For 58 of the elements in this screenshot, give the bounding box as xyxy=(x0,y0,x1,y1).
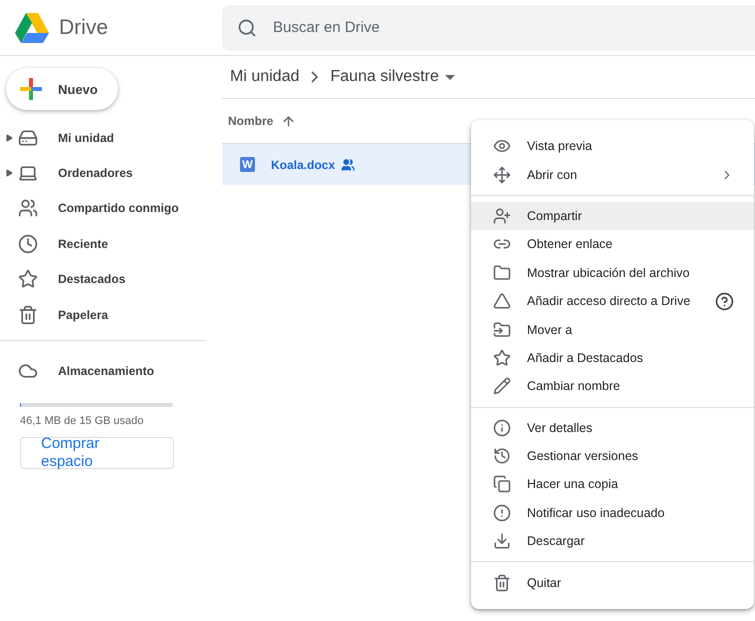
pencil-icon xyxy=(493,377,511,396)
menu-item[interactable]: Hacer una copia xyxy=(471,470,754,499)
sidebar-item[interactable]: Compartido conmigo xyxy=(58,201,179,216)
menu-item[interactable]: Compartir xyxy=(471,202,754,230)
people-icon xyxy=(18,198,38,218)
sidebar-item[interactable]: Ordenadores xyxy=(58,166,133,180)
dropdown-caret-icon xyxy=(444,74,455,80)
menu-item[interactable]: Vista previa xyxy=(471,132,754,160)
menu-item[interactable]: Obtener enlace xyxy=(471,230,754,259)
expand-caret-icon[interactable] xyxy=(5,169,13,178)
info-icon xyxy=(493,418,511,437)
breadcrumb-item[interactable]: Mi unidad xyxy=(230,68,300,86)
clock-icon xyxy=(18,234,38,254)
history-icon xyxy=(493,447,511,466)
chevron-icon xyxy=(311,71,318,83)
document-icon: W xyxy=(240,157,255,172)
breadcrumb-item[interactable]: Fauna silvestre xyxy=(330,68,455,86)
menu-item[interactable]: Añadir acceso directo a Drive xyxy=(471,286,754,316)
folder-icon xyxy=(493,264,511,282)
sidebar-item[interactable]: Destacados xyxy=(58,272,126,286)
menu-item[interactable]: Añadir a Destacados xyxy=(471,344,754,372)
shared-icon xyxy=(341,158,356,172)
folder-arrow-icon xyxy=(493,320,511,339)
sidebar-item[interactable]: Papelera xyxy=(58,308,108,322)
storage-label[interactable]: Almacenamiento xyxy=(58,364,154,378)
menu-item[interactable]: Mostrar ubicación del archivo xyxy=(471,258,754,287)
menu-item[interactable]: Mover a xyxy=(471,315,754,344)
column-header[interactable]: Nombre xyxy=(228,114,274,128)
menu-item[interactable]: Quitar xyxy=(471,568,754,597)
menu-item[interactable]: Ver detalles xyxy=(471,414,754,442)
menu-item[interactable]: Abrir con xyxy=(471,160,754,189)
storage-usage: 46,1 MB de 15 GB usado xyxy=(20,414,145,427)
copy-icon xyxy=(493,475,511,494)
new-button[interactable]: Nuevo xyxy=(6,68,118,110)
drive-icon xyxy=(18,128,38,148)
triangle-icon xyxy=(493,292,511,310)
app-name: Drive xyxy=(59,16,108,40)
search-icon xyxy=(237,18,257,38)
menu-item[interactable]: Cambiar nombre xyxy=(471,372,754,401)
move-icon xyxy=(493,166,511,184)
plus-icon xyxy=(20,78,42,100)
add-person-icon xyxy=(493,206,511,225)
buy-storage-button[interactable]: Comprar espacio xyxy=(20,436,174,469)
download-icon xyxy=(493,532,511,550)
menu-item[interactable]: Notificar uso inadecuado xyxy=(471,498,754,528)
menu-item[interactable]: Descargar xyxy=(471,527,754,556)
alert-icon xyxy=(493,504,511,522)
sidebar-item[interactable]: Reciente xyxy=(58,236,108,251)
menu-item[interactable]: Gestionar versiones xyxy=(471,442,754,470)
star-icon xyxy=(493,348,511,367)
drive-logo-icon xyxy=(15,12,49,42)
trash-icon xyxy=(493,574,511,592)
help-icon[interactable] xyxy=(715,292,734,311)
trash-icon xyxy=(18,304,38,325)
sidebar-item[interactable]: Mi unidad xyxy=(58,130,114,145)
expand-caret-icon[interactable] xyxy=(5,134,13,142)
star-icon xyxy=(18,269,38,290)
file-name: Koala.docx xyxy=(271,158,336,172)
